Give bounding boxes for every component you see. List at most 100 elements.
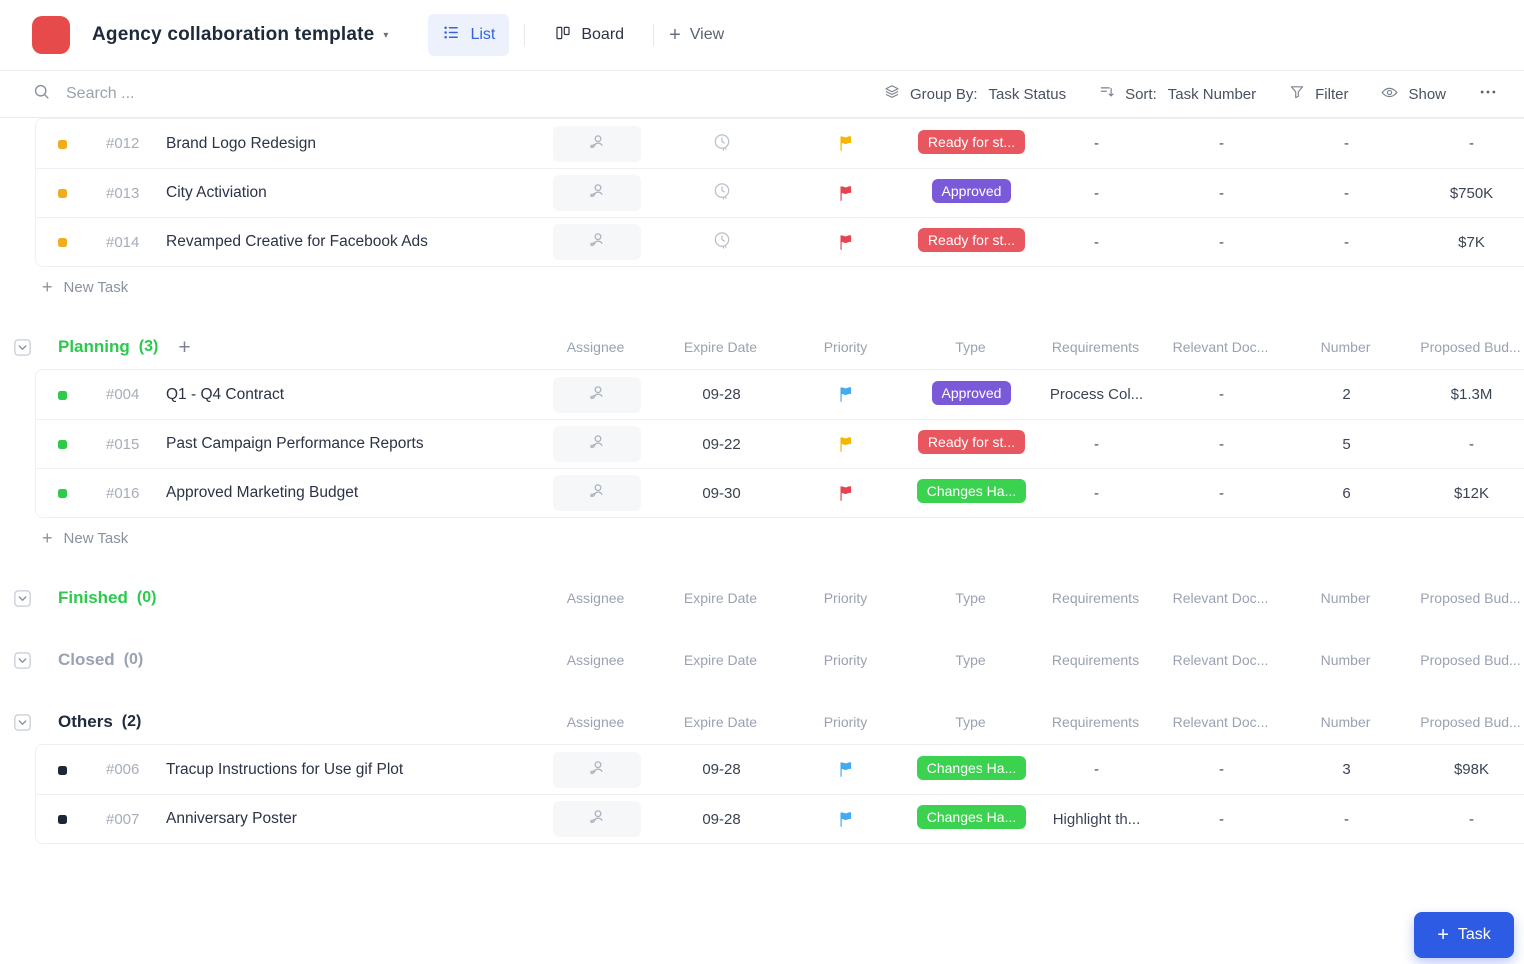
relevant-doc-cell[interactable]: -	[1159, 761, 1284, 778]
collapse-group-icon[interactable]	[14, 652, 31, 669]
collapse-group-icon[interactable]	[14, 590, 31, 607]
more-button[interactable]	[1478, 82, 1498, 106]
collapse-group-icon[interactable]	[14, 714, 31, 731]
priority-flag-cell[interactable]	[784, 484, 909, 503]
task-row[interactable]: #004 Q1 - Q4 Contract 09-28 Approved Pro…	[36, 370, 1524, 419]
group-header: Finished (0) AssigneeExpire DatePriority…	[0, 576, 1524, 620]
expire-date-cell[interactable]: 09-28	[659, 761, 784, 778]
assignee-cell[interactable]	[534, 752, 659, 788]
priority-flag-cell[interactable]	[784, 184, 909, 203]
priority-flag-cell[interactable]	[784, 435, 909, 454]
filter-control[interactable]: Filter	[1288, 83, 1348, 105]
assignee-cell[interactable]	[534, 475, 659, 511]
type-badge[interactable]: Approved	[932, 179, 1012, 203]
requirements-cell[interactable]: Process Col...	[1034, 386, 1159, 403]
requirements-cell[interactable]: -	[1034, 436, 1159, 453]
relevant-doc-cell[interactable]: -	[1159, 185, 1284, 202]
assignee-cell[interactable]	[534, 801, 659, 837]
task-row[interactable]: #006 Tracup Instructions for Use gif Plo…	[36, 745, 1524, 794]
requirements-cell[interactable]: Highlight th...	[1034, 811, 1159, 828]
view-tabs: List Board + View	[428, 14, 724, 56]
task-row[interactable]: #007 Anniversary Poster 09-28 Changes Ha…	[36, 794, 1524, 843]
number-cell[interactable]: -	[1284, 234, 1409, 251]
relevant-doc-cell[interactable]: -	[1159, 234, 1284, 251]
type-badge[interactable]: Ready for st...	[918, 228, 1025, 252]
assignee-cell[interactable]	[534, 126, 659, 162]
relevant-doc-cell[interactable]: -	[1159, 485, 1284, 502]
requirements-cell[interactable]: -	[1034, 234, 1159, 251]
relevant-doc-cell[interactable]: -	[1159, 386, 1284, 403]
add-view-button[interactable]: + View	[669, 25, 724, 45]
relevant-doc-cell[interactable]: -	[1159, 811, 1284, 828]
new-task-button[interactable]: + New Task	[42, 518, 1524, 558]
number-cell[interactable]: 5	[1284, 436, 1409, 453]
filter-label: Filter	[1315, 86, 1348, 103]
budget-cell[interactable]: -	[1409, 811, 1524, 828]
type-badge[interactable]: Changes Ha...	[917, 805, 1027, 829]
type-badge[interactable]: Ready for st...	[918, 130, 1025, 154]
type-badge[interactable]: Changes Ha...	[917, 756, 1027, 780]
number-cell[interactable]: 3	[1284, 761, 1409, 778]
show-control[interactable]: Show	[1380, 83, 1446, 106]
priority-flag-cell[interactable]	[784, 760, 909, 779]
expire-date-cell[interactable]	[659, 181, 784, 205]
priority-flag-cell[interactable]	[784, 385, 909, 404]
relevant-doc-cell[interactable]: -	[1159, 436, 1284, 453]
expire-date-cell[interactable]	[659, 230, 784, 254]
expire-date-cell[interactable]: 09-22	[659, 436, 784, 453]
budget-cell[interactable]: -	[1409, 436, 1524, 453]
priority-flag-cell[interactable]	[784, 134, 909, 153]
expire-date-cell[interactable]: 09-30	[659, 485, 784, 502]
budget-cell[interactable]: $7K	[1409, 234, 1524, 251]
priority-flag-cell[interactable]	[784, 810, 909, 829]
type-cell: Changes Ha...	[909, 805, 1034, 833]
tab-board[interactable]: Board	[540, 15, 638, 56]
type-cell: Ready for st...	[909, 130, 1034, 158]
type-badge[interactable]: Ready for st...	[918, 430, 1025, 454]
column-header: Relevant Doc...	[1158, 590, 1283, 606]
expire-date-cell[interactable]: 09-28	[659, 386, 784, 403]
type-cell: Changes Ha...	[909, 756, 1034, 784]
task-row[interactable]: #012 Brand Logo Redesign Ready for st...…	[36, 119, 1524, 168]
task-row[interactable]: #016 Approved Marketing Budget 09-30 Cha…	[36, 468, 1524, 517]
expire-date-cell[interactable]	[659, 132, 784, 156]
tab-list[interactable]: List	[428, 14, 509, 56]
expire-date-cell[interactable]: 09-28	[659, 811, 784, 828]
assignee-cell[interactable]	[534, 175, 659, 211]
new-task-button[interactable]: + New Task	[42, 267, 1524, 307]
budget-cell[interactable]: $1.3M	[1409, 386, 1524, 403]
relevant-doc-cell[interactable]: -	[1159, 135, 1284, 152]
group-by-control[interactable]: Group By: Task Status	[883, 83, 1066, 105]
type-badge[interactable]: Approved	[932, 381, 1012, 405]
search-input[interactable]	[64, 84, 484, 104]
add-task-button[interactable]: + Task	[1414, 912, 1514, 958]
column-header: Expire Date	[658, 339, 783, 355]
number-cell[interactable]: 6	[1284, 485, 1409, 502]
number-cell[interactable]: 2	[1284, 386, 1409, 403]
new-task-label: New Task	[64, 279, 129, 296]
type-cell: Approved	[909, 179, 1034, 207]
budget-cell[interactable]: $750K	[1409, 185, 1524, 202]
assignee-cell[interactable]	[534, 426, 659, 462]
assignee-cell[interactable]	[534, 224, 659, 260]
budget-cell[interactable]: -	[1409, 135, 1524, 152]
sort-control[interactable]: Sort: Task Number	[1098, 83, 1256, 105]
number-cell[interactable]: -	[1284, 811, 1409, 828]
budget-cell[interactable]: $98K	[1409, 761, 1524, 778]
collapse-group-icon[interactable]	[14, 339, 31, 356]
type-badge[interactable]: Changes Ha...	[917, 479, 1027, 503]
assignee-cell[interactable]	[534, 377, 659, 413]
number-cell[interactable]: -	[1284, 185, 1409, 202]
requirements-cell[interactable]: -	[1034, 761, 1159, 778]
title-dropdown-caret-icon[interactable]: ▾	[383, 30, 388, 41]
priority-flag-cell[interactable]	[784, 233, 909, 252]
budget-cell[interactable]: $12K	[1409, 485, 1524, 502]
task-row[interactable]: #015 Past Campaign Performance Reports 0…	[36, 419, 1524, 468]
number-cell[interactable]: -	[1284, 135, 1409, 152]
task-id: #013	[88, 185, 166, 202]
task-row[interactable]: #014 Revamped Creative for Facebook Ads …	[36, 217, 1524, 266]
requirements-cell[interactable]: -	[1034, 135, 1159, 152]
task-row[interactable]: #013 City Activiation Approved - - - $75…	[36, 168, 1524, 217]
requirements-cell[interactable]: -	[1034, 485, 1159, 502]
requirements-cell[interactable]: -	[1034, 185, 1159, 202]
